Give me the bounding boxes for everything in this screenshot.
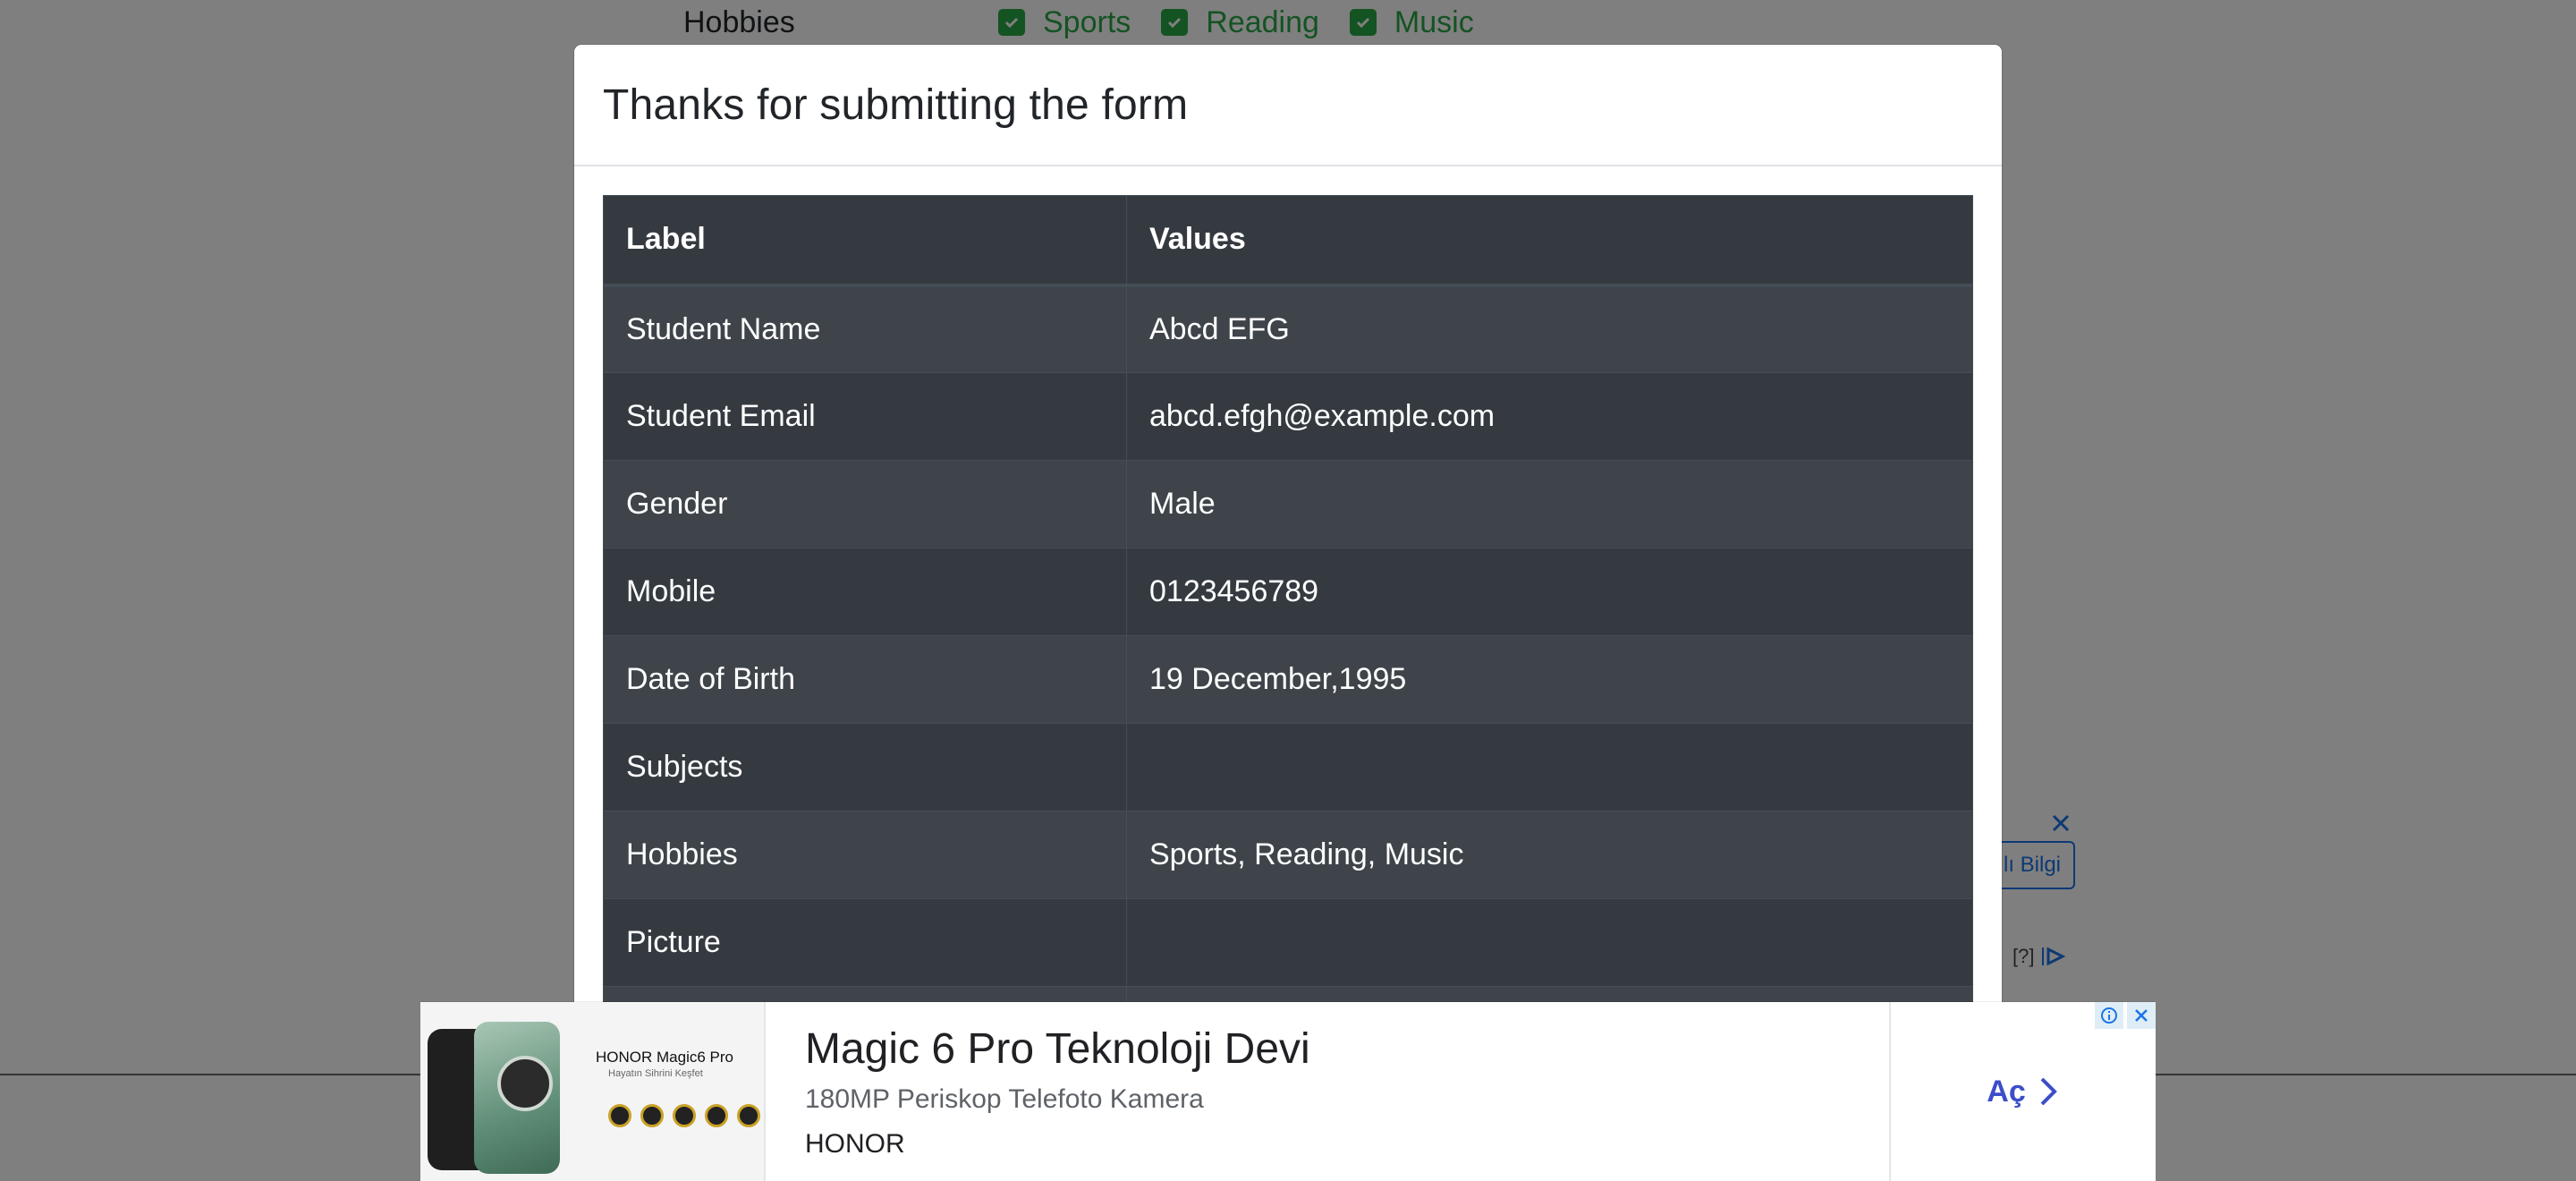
table-row: Subjects (603, 723, 1973, 811)
row-label: Date of Birth (603, 635, 1127, 724)
row-label: Gender (603, 460, 1127, 548)
ad-product-tagline: Hayatın Sihrini Keşfet (608, 1068, 703, 1079)
row-value: Sports, Reading, Music (1126, 811, 1973, 899)
ad-text-block[interactable]: Magic 6 Pro Teknoloji Devi 180MP Perisko… (766, 1002, 1891, 1181)
table-row: Hobbies Sports, Reading, Music (603, 811, 1973, 899)
modal-header: Thanks for submitting the form (574, 45, 2002, 166)
ad-product-brand: HONOR Magic6 Pro (596, 1049, 733, 1066)
table-row: Picture (603, 898, 1973, 987)
table-row: Date of Birth 19 December,1995 (603, 635, 1973, 724)
ad-open-button[interactable]: Aç (1891, 1002, 2156, 1181)
table-header-values: Values (1126, 195, 1973, 287)
modal-body: Label Values Student Name Abcd EFG Stude… (574, 166, 2002, 1103)
chevron-right-icon (2040, 1077, 2057, 1106)
table-row: Student Name Abcd EFG (603, 285, 1973, 373)
ad-product-image[interactable]: HONOR Magic6 Pro Hayatın Sihrini Keşfet (420, 1002, 766, 1181)
row-label: Picture (603, 898, 1127, 987)
row-value: Abcd EFG (1126, 285, 1973, 373)
row-label: Hobbies (603, 811, 1127, 899)
table-row: Mobile 0123456789 (603, 548, 1973, 636)
award-badges (608, 1104, 760, 1127)
row-value: 0123456789 (1126, 548, 1973, 636)
row-value (1126, 898, 1973, 987)
ad-banner[interactable]: HONOR Magic6 Pro Hayatın Sihrini Keşfet … (420, 1002, 2156, 1181)
table-row: Student Email abcd.efgh@example.com (603, 372, 1973, 461)
info-icon[interactable] (2095, 1002, 2123, 1029)
row-value: 19 December,1995 (1126, 635, 1973, 724)
row-value (1126, 723, 1973, 811)
row-label: Mobile (603, 548, 1127, 636)
row-value: Male (1126, 460, 1973, 548)
row-value: abcd.efgh@example.com (1126, 372, 1973, 461)
table-header-row: Label Values (603, 195, 1973, 287)
modal-title: Thanks for submitting the form (603, 81, 1189, 129)
ad-advertiser: HONOR (805, 1128, 905, 1159)
close-icon[interactable] (2127, 1002, 2156, 1029)
camera-icon (497, 1056, 553, 1111)
row-label: Student Name (603, 285, 1127, 373)
ad-headline[interactable]: Magic 6 Pro Teknoloji Devi (805, 1024, 1889, 1074)
ad-open-label: Aç (1987, 1074, 2026, 1109)
row-label: Student Email (603, 372, 1127, 461)
row-label: Subjects (603, 723, 1127, 811)
table-row: Gender Male (603, 460, 1973, 548)
table-header-label: Label (603, 195, 1127, 287)
ad-controls (2095, 1002, 2156, 1029)
submission-table: Label Values Student Name Abcd EFG Stude… (603, 195, 1973, 1075)
ad-description: 180MP Periskop Telefoto Kamera (805, 1083, 1204, 1114)
